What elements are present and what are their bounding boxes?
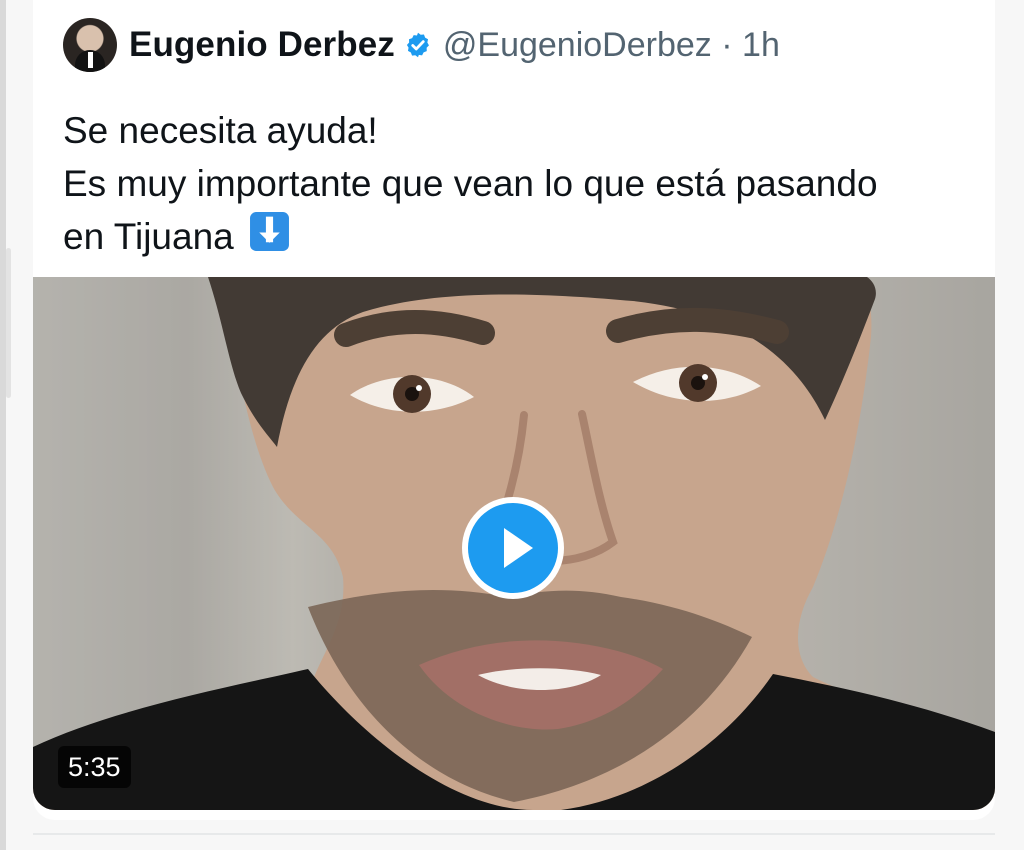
- verified-badge-icon: [404, 31, 432, 59]
- tweet-text-line-3: en Tijuana: [63, 210, 963, 263]
- down-arrow-emoji-icon: [249, 211, 290, 252]
- tweet-header: Eugenio Derbez @EugenioDerbez · 1h: [63, 14, 780, 76]
- tweet-divider: [33, 833, 995, 835]
- left-edge-bar: [0, 0, 6, 850]
- play-icon[interactable]: [468, 503, 558, 593]
- author-handle[interactable]: @EugenioDerbez: [443, 26, 712, 64]
- author-avatar[interactable]: [63, 18, 117, 72]
- video-player[interactable]: 5:35: [33, 277, 995, 810]
- author-handle-time[interactable]: @EugenioDerbez · 1h: [443, 26, 780, 65]
- tweet-text-line-2: Es muy importante que vean lo que está p…: [63, 163, 878, 204]
- avatar-shirt-shape: [88, 52, 93, 68]
- tweet-text-line-1: Se necesita ayuda!: [63, 110, 378, 151]
- video-duration-badge: 5:35: [58, 746, 131, 788]
- meta-separator: ·: [721, 25, 733, 64]
- scrollbar-thumb[interactable]: [6, 248, 11, 398]
- play-button[interactable]: [462, 497, 564, 599]
- tweet-text-line-3-content: en Tijuana: [63, 216, 234, 257]
- screenshot-page: Eugenio Derbez @EugenioDerbez · 1h Se ne…: [0, 0, 1024, 850]
- tweet-card[interactable]: Eugenio Derbez @EugenioDerbez · 1h Se ne…: [33, 0, 995, 820]
- tweet-text: Se necesita ayuda! Es muy importante que…: [63, 104, 963, 263]
- author-name[interactable]: Eugenio Derbez: [129, 25, 395, 65]
- tweet-time[interactable]: 1h: [742, 26, 780, 64]
